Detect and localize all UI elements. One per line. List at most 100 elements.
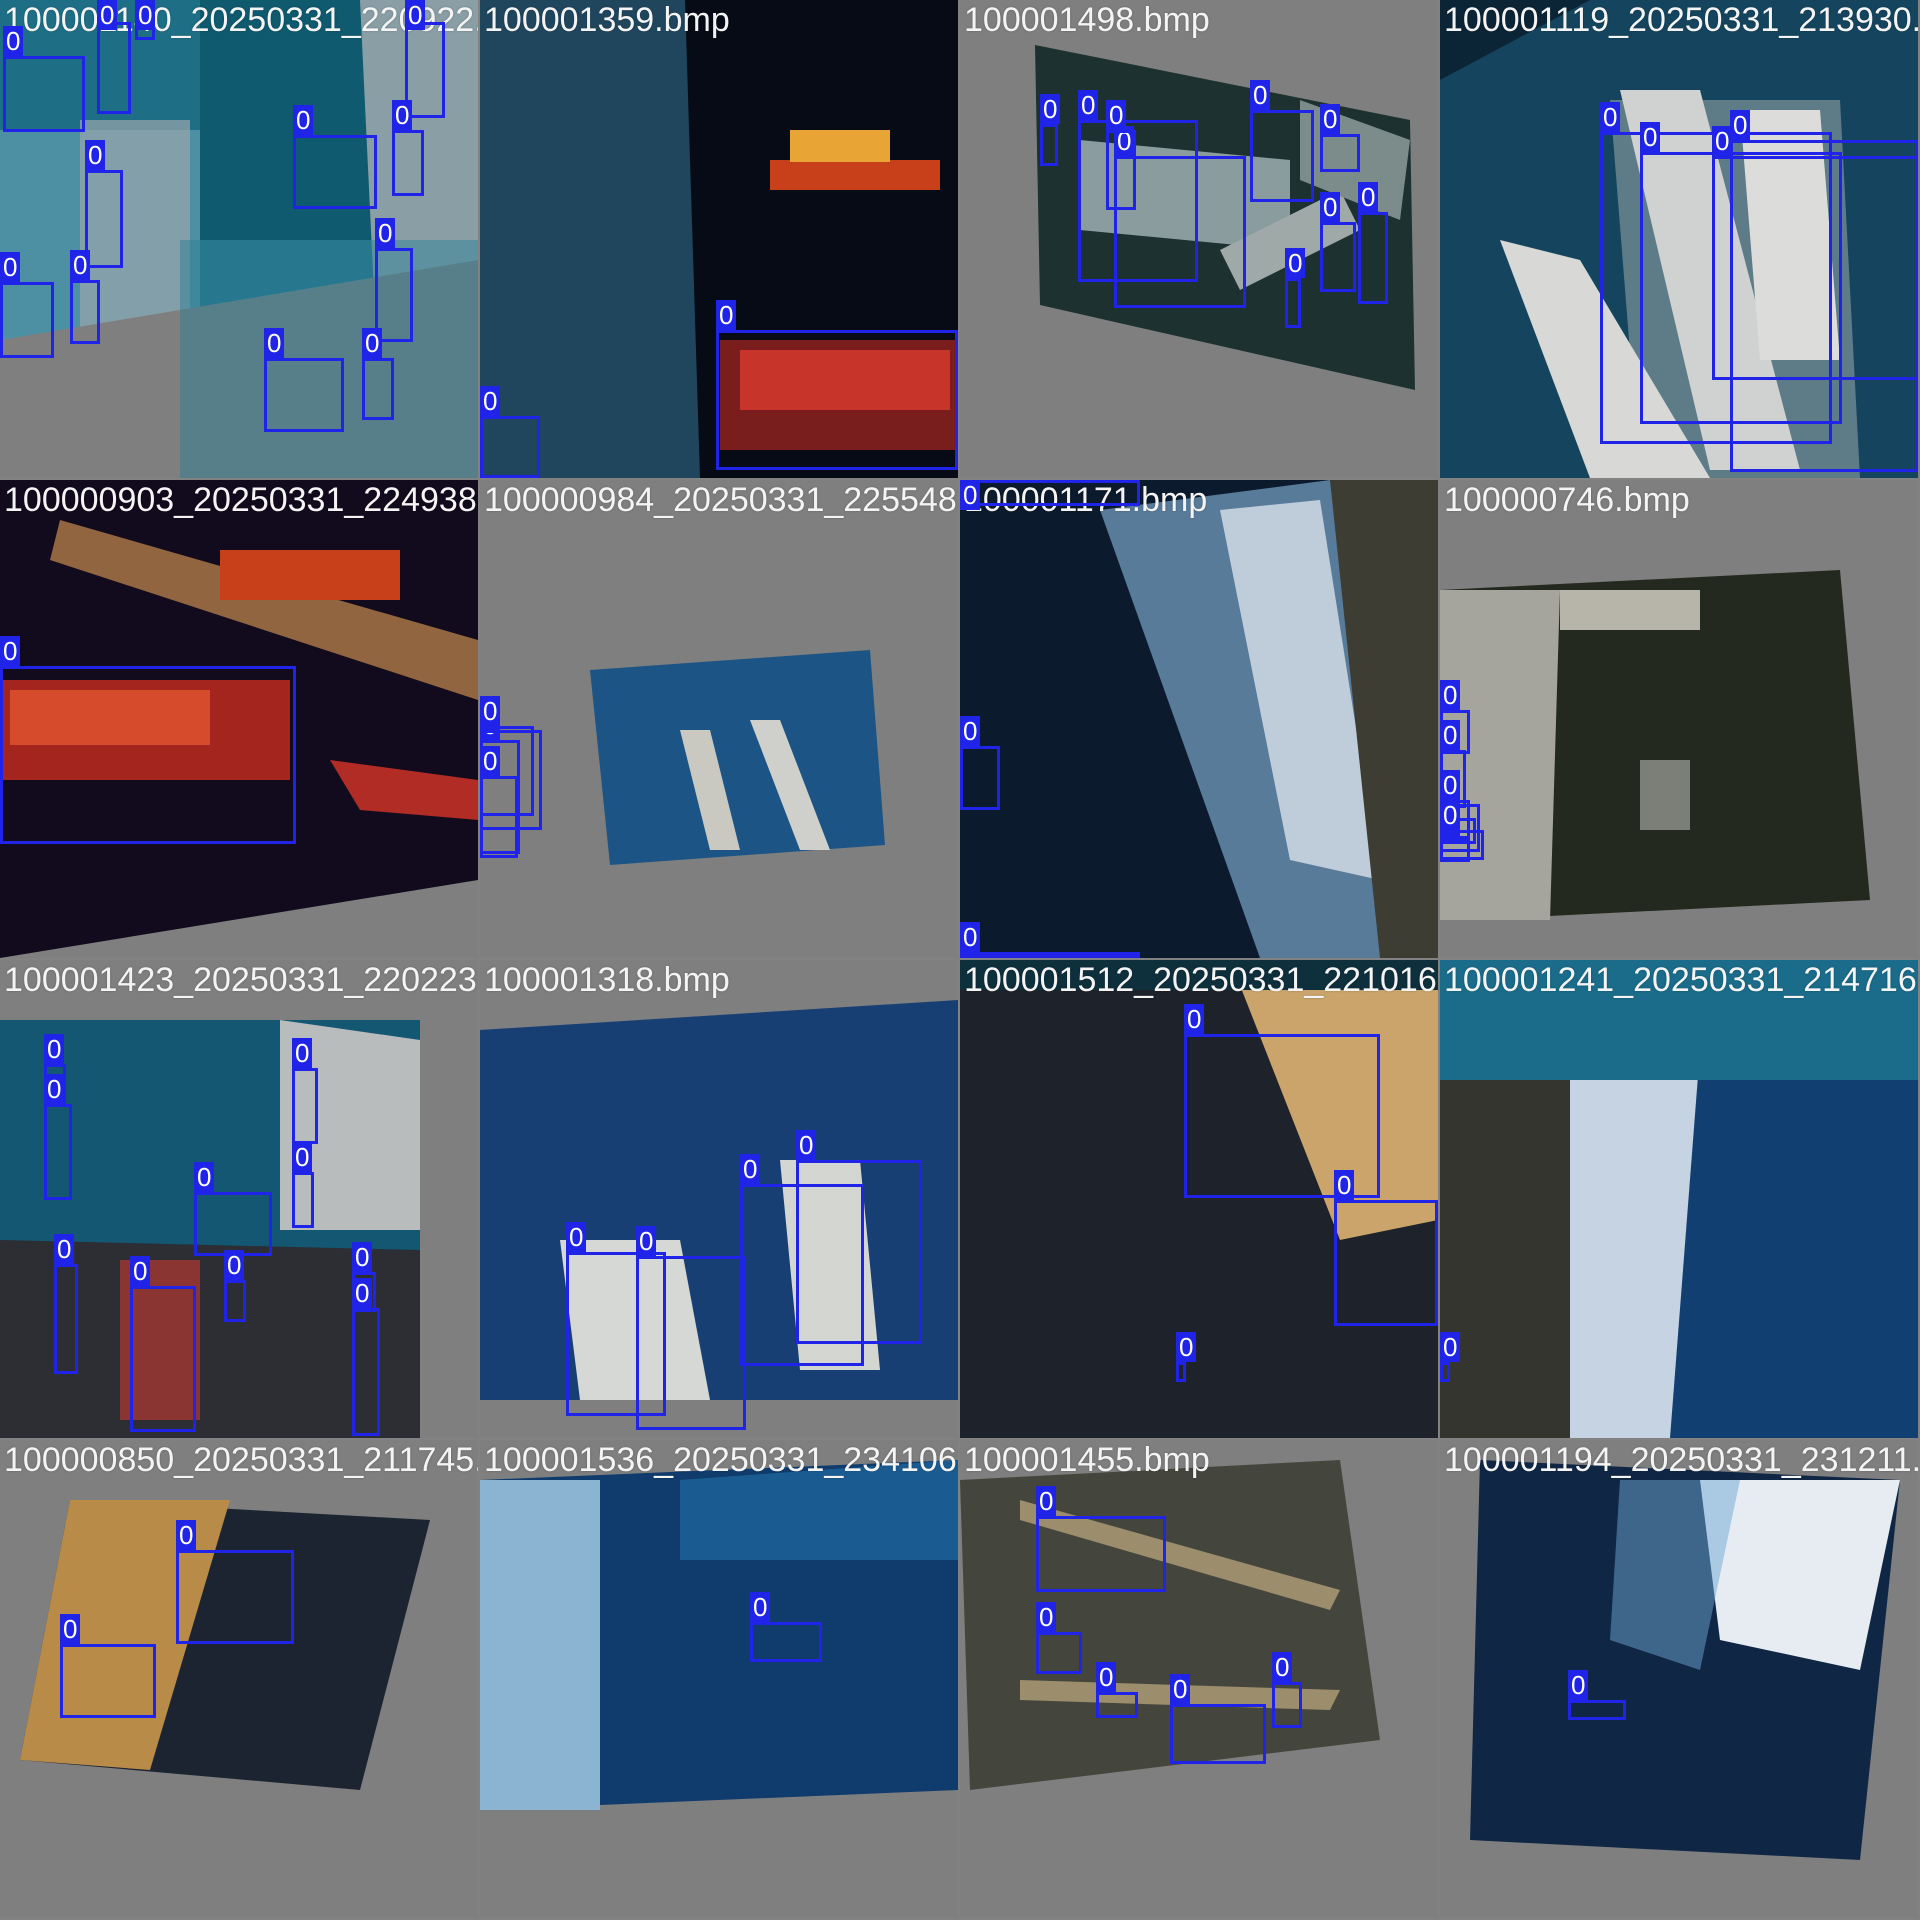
detection-box: [3, 56, 85, 132]
detection-box: [796, 1160, 922, 1344]
mosaic-tile: 100001455.bmp 0 0 0 0 0: [960, 1440, 1438, 1918]
detection-class-label: 0: [44, 1034, 65, 1064]
detection-box: [224, 1280, 246, 1322]
detection-class-label: 0: [960, 716, 981, 746]
detection-box: [1272, 1682, 1302, 1728]
detection-class-label: 0: [135, 0, 156, 30]
mosaic-tile: 100001119_20250331_213930.bmp0000: [1440, 0, 1918, 478]
image-filename: 100001536_20250331_234106.bmp: [484, 1441, 958, 1479]
mosaic-tile: 100001423_20250331_220223.bmp0000000000: [0, 960, 478, 1438]
detection-class-label: 0: [1730, 110, 1751, 140]
detection-box: [264, 358, 344, 432]
image-filename: 100001194_20250331_231211.bmp: [1444, 1441, 1918, 1479]
detection-class-label: 0: [1320, 192, 1341, 222]
mosaic-tile: 100000746.bmp0000000: [1440, 480, 1918, 958]
detection-box: [1176, 1362, 1186, 1382]
detection-class-label: 0: [405, 0, 426, 30]
detection-class-label: 0: [54, 1234, 75, 1264]
detection-class-label: 0: [1272, 1652, 1293, 1682]
detection-class-label: 0: [194, 1162, 215, 1192]
detection-box: [44, 1064, 66, 1104]
detection-class-label: 0: [1184, 1004, 1205, 1034]
mosaic-grid: 100001140_20250331_220922.bmp00000000000…: [0, 0, 1920, 1920]
detection-class-label: 0: [1440, 1332, 1461, 1362]
detection-class-label: 0: [0, 636, 21, 666]
mosaic-tile: 100001359.bmp 0 0: [480, 0, 958, 478]
detection-class-label: 0: [85, 140, 106, 170]
detection-class-label: 0: [1334, 1170, 1355, 1200]
detection-class-label: 0: [1170, 1674, 1191, 1704]
detection-box: [0, 282, 54, 358]
detection-box: [1358, 212, 1388, 304]
detection-class-label: 0: [292, 1038, 313, 1068]
detection-class-label: 0: [1440, 800, 1461, 830]
detection-class-label: 0: [0, 252, 21, 282]
detection-box: [1440, 1362, 1450, 1382]
detection-class-label: 0: [392, 100, 413, 130]
mosaic-tile: 100001171.bmp 0 0 0: [960, 480, 1438, 958]
detection-class-label: 0: [1640, 122, 1661, 152]
detection-box: [352, 1272, 376, 1312]
detection-box: [1730, 140, 1918, 472]
detection-box: [292, 1172, 314, 1228]
detection-class-label: 0: [1036, 1486, 1057, 1516]
detection-box: [130, 1286, 196, 1432]
mosaic-tile: 100000984_20250331_225548.bmp0000: [480, 480, 958, 958]
image-filename: 100001359.bmp: [484, 1, 730, 39]
detection-class-label: 0: [1078, 90, 1099, 120]
detection-box: [1334, 1200, 1438, 1326]
detection-class-label: 0: [480, 696, 501, 726]
detection-box: [292, 1068, 318, 1144]
detection-class-label: 0: [636, 1226, 657, 1256]
detection-box: [480, 416, 540, 478]
detection-box: [44, 1104, 72, 1200]
detection-box: [1036, 1516, 1166, 1592]
detection-box: [194, 1192, 272, 1256]
image-filename: 100000984_20250331_225548.bmp: [484, 481, 958, 519]
detection-class-label: 0: [1176, 1332, 1197, 1362]
mosaic-tile: 100001318.bmp 0 0 0 0: [480, 960, 958, 1438]
detection-class-label: 0: [70, 250, 91, 280]
mosaic-tile: 100001536_20250331_234106.bmp 0: [480, 1440, 958, 1918]
detection-box: [392, 130, 424, 196]
detection-class-label: 0: [264, 328, 285, 358]
detection-class-label: 0: [960, 922, 981, 952]
detection-box: [960, 746, 1000, 810]
detection-class-label: 0: [796, 1130, 817, 1160]
detection-box: [1106, 130, 1136, 210]
detection-box: [1285, 278, 1301, 328]
image-filename: 100000746.bmp: [1444, 481, 1690, 519]
detection-class-label: 0: [1440, 680, 1461, 710]
detection-box: [85, 170, 123, 268]
detection-class-label: 0: [1106, 100, 1127, 130]
detection-box: [636, 1256, 746, 1430]
detection-class-label: 0: [716, 300, 737, 330]
image-filename: 100001423_20250331_220223.bmp: [4, 961, 478, 999]
image-filename: 100001318.bmp: [484, 961, 730, 999]
image-filename: 100001119_20250331_213930.bmp: [1444, 1, 1918, 39]
detection-box: [960, 952, 1140, 958]
detection-class-label: 0: [1285, 248, 1306, 278]
detection-box: [1040, 124, 1058, 166]
mosaic-tile: 100000850_20250331_211745.bmp 0 0: [0, 1440, 478, 1918]
mosaic-tile: 100001512_20250331_221016.bmp 0 0 0: [960, 960, 1438, 1438]
detection-box: [750, 1622, 822, 1662]
detection-box: [716, 330, 958, 470]
detection-box: [1170, 1704, 1266, 1764]
detection-box: [352, 1308, 380, 1436]
detection-class-label: 0: [130, 1256, 151, 1286]
detection-box: [1440, 830, 1484, 860]
detection-box: [1568, 1700, 1626, 1720]
detection-class-label: 0: [176, 1520, 197, 1550]
detection-class-label: 0: [1600, 102, 1621, 132]
detection-class-label: 0: [1250, 80, 1271, 110]
detection-class-label: 0: [1096, 1662, 1117, 1692]
detection-class-label: 0: [1440, 720, 1461, 750]
detection-class-label: 0: [375, 218, 396, 248]
detection-box: [293, 135, 377, 209]
mosaic-tile: 100001194_20250331_231211.bmp 0: [1440, 1440, 1918, 1918]
detection-class-label: 0: [1040, 94, 1061, 124]
detection-class-label: 0: [1320, 104, 1341, 134]
mosaic-tile: 100001140_20250331_220922.bmp00000000000…: [0, 0, 478, 478]
detection-box: [176, 1550, 294, 1644]
